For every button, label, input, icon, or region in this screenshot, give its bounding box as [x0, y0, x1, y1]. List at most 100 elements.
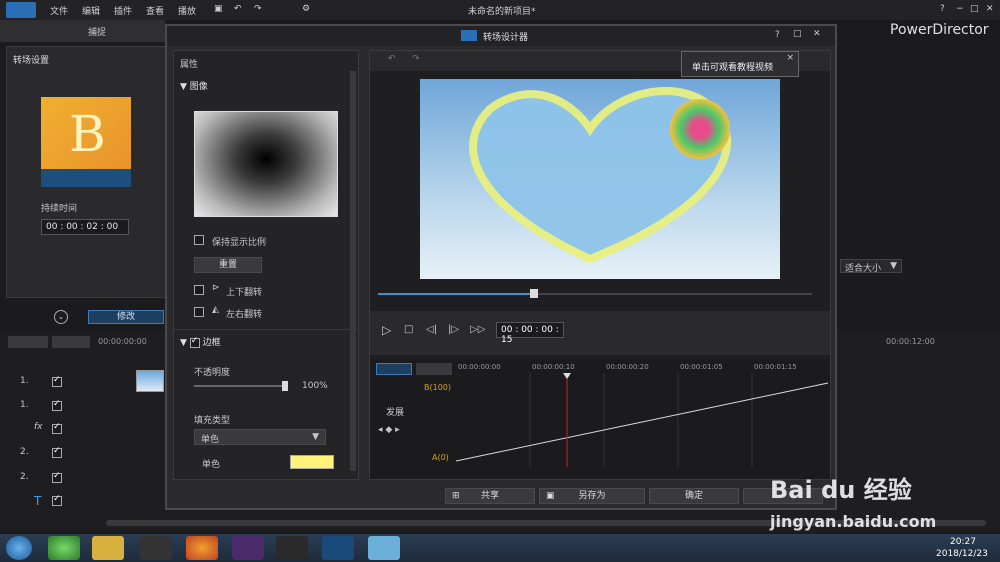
clock-date[interactable]: 2018/12/23 [936, 549, 988, 559]
undo-icon[interactable]: ↶ [234, 4, 242, 14]
timeline-fit-button[interactable] [52, 336, 90, 348]
keyframe-graph[interactable] [456, 373, 830, 467]
menu-play[interactable]: 播放 [178, 4, 196, 17]
dialog-close-icon[interactable]: ✕ [813, 29, 821, 39]
reset-button[interactable]: 重置 [194, 257, 262, 273]
track-checkbox[interactable] [52, 401, 62, 411]
dialog-title-bar: 转场设计器 ? □ ✕ [167, 26, 835, 46]
dialog-title: 转场设计器 [483, 33, 529, 43]
track-row: 1. [20, 400, 29, 410]
opacity-value: 100% [302, 381, 328, 391]
menu-edit[interactable]: 编辑 [82, 4, 100, 17]
prev-frame-icon[interactable]: ◁| [426, 324, 437, 335]
tooltip-close-icon[interactable]: × [786, 53, 794, 63]
duration-input[interactable]: 00 : 00 : 02 : 00 [41, 219, 129, 235]
image-section-header[interactable]: ▼ 图像 [180, 79, 208, 92]
qq-icon[interactable] [140, 536, 172, 560]
media-icon[interactable] [232, 536, 264, 560]
timeline-mode-button[interactable] [8, 336, 48, 348]
restore-button[interactable]: □ [970, 4, 979, 14]
share-button[interactable]: ⊞ 共享 [445, 488, 535, 504]
app-green-icon[interactable] [48, 536, 80, 560]
keyframe-top-label: B(100) [424, 383, 451, 392]
timeline-ruler-end: 00:00:12:00 [886, 337, 935, 346]
taskbar: 20:27 2018/12/23 [0, 534, 1000, 562]
properties-title: 属性 [180, 60, 199, 70]
notepad-icon[interactable] [368, 536, 400, 560]
settings-icon[interactable]: ⚙ [302, 4, 310, 14]
track-checkbox[interactable] [52, 473, 62, 483]
border-section-header[interactable]: ▼ 边框 [180, 335, 221, 348]
preview-undo-icon[interactable]: ↶ [388, 54, 396, 64]
fit-dropdown[interactable]: 适合大小 ▼ [840, 259, 902, 274]
project-title: 未命名的新项目* [468, 7, 536, 17]
expand-icon[interactable]: ⌄ [54, 310, 68, 324]
mask-image[interactable] [194, 111, 338, 217]
border-checkbox[interactable] [189, 337, 200, 348]
start-button[interactable] [6, 536, 32, 560]
track-row: 1. [20, 376, 29, 386]
fill-type-label: 填充类型 [194, 416, 231, 426]
fast-forward-icon[interactable]: ▷▷ [470, 324, 485, 335]
redo-icon[interactable]: ↷ [254, 4, 262, 14]
explorer-icon[interactable] [92, 536, 124, 560]
transition-settings-panel: 转场设置 B 持续时间 00 : 00 : 02 : 00 [6, 46, 166, 298]
preview-progress-track[interactable] [378, 289, 812, 298]
opacity-slider[interactable] [194, 381, 288, 391]
powerdirector-icon[interactable] [322, 536, 354, 560]
minimize-button[interactable]: − [956, 4, 964, 14]
menu-bar: 文件 编辑 插件 查看 播放 ▣ ↶ ↷ ⚙ 未命名的新项目* ? − □ ✕ [0, 0, 1000, 20]
flip-vertical-checkbox[interactable] [194, 285, 204, 295]
fill-type-dropdown[interactable]: 单色 ▼ [194, 429, 326, 445]
track-checkbox[interactable] [52, 448, 62, 458]
track-checkbox[interactable] [52, 424, 62, 434]
preview-redo-icon[interactable]: ↷ [412, 54, 420, 64]
solid-color-swatch[interactable] [290, 455, 334, 469]
duration-label: 持续时间 [41, 204, 78, 214]
help-icon[interactable]: ? [940, 4, 945, 14]
ok-button[interactable]: 确定 [649, 488, 739, 504]
keep-ratio-label: 保持显示比例 [212, 238, 267, 248]
timeline-clip[interactable] [136, 370, 164, 392]
menu-plugin[interactable]: 插件 [114, 4, 132, 17]
watermark-url: jingyan.baidu.com [770, 512, 937, 531]
properties-scrollbar[interactable] [350, 71, 356, 471]
save-as-icon: ▣ [546, 491, 555, 501]
keyframe-mode-button[interactable] [376, 363, 412, 375]
share-icon: ⊞ [452, 491, 460, 501]
next-frame-icon[interactable]: |▷ [448, 324, 459, 335]
close-button[interactable]: ✕ [986, 4, 994, 14]
tab-capture[interactable]: 捕捉 [0, 20, 165, 42]
keyframe-option-button[interactable] [416, 363, 452, 375]
flip-vertical-icon: ⊳ [212, 283, 220, 293]
opacity-label: 不透明度 [194, 368, 231, 378]
clock-time[interactable]: 20:27 [950, 537, 976, 547]
balloons-image [670, 99, 730, 159]
keyframe-nav[interactable]: ◂ ◆ ▸ [378, 425, 400, 435]
dialog-help-icon[interactable]: ? [775, 30, 780, 40]
modify-button[interactable]: 修改 [88, 310, 164, 324]
opacity-slider-handle[interactable] [282, 381, 288, 391]
firefox-icon[interactable] [186, 536, 218, 560]
track-label: 发展 [386, 408, 405, 418]
keep-ratio-checkbox[interactable] [194, 235, 204, 245]
play-icon[interactable]: ▷ [382, 323, 391, 337]
stop-icon[interactable]: □ [404, 324, 413, 335]
transition-designer-dialog: 转场设计器 ? □ ✕ 属性 ▼ 图像 保持显示比例 重置 ⊳ 上下翻转 ◭ 左… [165, 24, 837, 510]
preview-video [420, 79, 780, 279]
track-checkbox[interactable] [52, 377, 62, 387]
dialog-maximize-icon[interactable]: □ [793, 29, 802, 39]
menu-file[interactable]: 文件 [50, 4, 68, 17]
save-as-button[interactable]: ▣ 另存为 [539, 488, 645, 504]
record-icon[interactable] [276, 536, 308, 560]
app-name: PowerDirector [890, 22, 989, 38]
track-checkbox[interactable] [52, 496, 62, 506]
save-icon[interactable]: ▣ [214, 4, 223, 14]
tutorial-tooltip[interactable]: 单击可观看教程视频 × [681, 51, 799, 77]
menu-view[interactable]: 查看 [146, 4, 164, 17]
flip-horizontal-checkbox[interactable] [194, 307, 204, 317]
tick-label: 00:00:00:20 [606, 363, 649, 371]
timecode-display[interactable]: 00 : 00 : 00 : 15 [496, 322, 564, 345]
transition-thumbnail: B [41, 97, 131, 187]
preview-progress-handle[interactable] [530, 289, 539, 298]
